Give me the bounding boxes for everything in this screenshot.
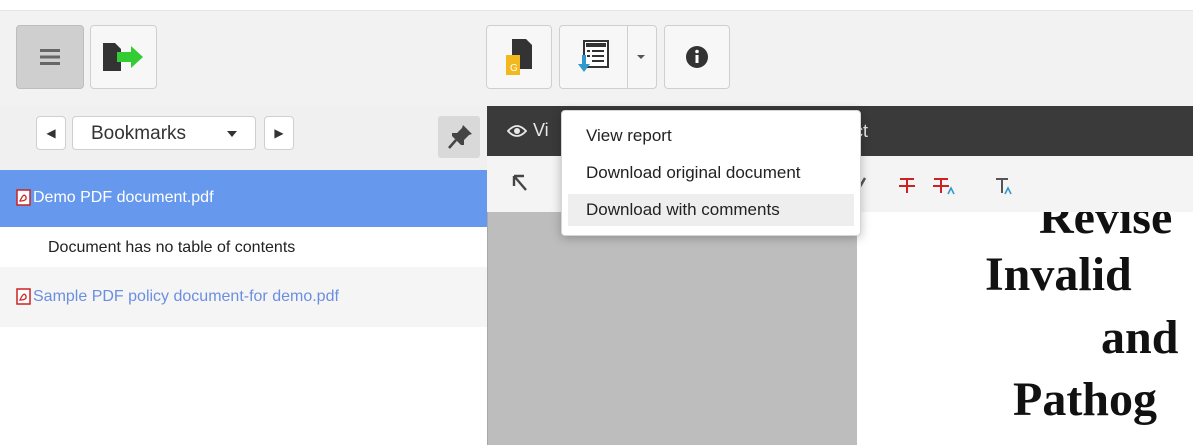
document-page: Revise Invalid and Pathog (857, 212, 1193, 445)
export-button[interactable] (90, 25, 157, 89)
svg-text:G: G (510, 63, 518, 74)
toc-note: Document has no table of contents (0, 227, 487, 267)
pdf-file-icon (16, 288, 31, 305)
document-text-line: Revise (1039, 212, 1173, 244)
list-item-selected[interactable]: Demo PDF document.pdf (0, 170, 487, 227)
sidebar-mode-label: Bookmarks (91, 123, 187, 144)
main-toolbar: G (0, 10, 1193, 107)
split-divider (627, 26, 628, 88)
caret-down-icon[interactable] (636, 53, 646, 61)
viewer-header-text: Vi (533, 120, 549, 140)
chevron-left-icon: ◀ (46, 126, 56, 140)
insert-text-icon[interactable] (993, 176, 1017, 196)
menu-item-view-report[interactable]: View report (568, 120, 854, 152)
page-gutter (487, 212, 858, 445)
document-text-line: Invalid (985, 248, 1132, 301)
sidebar: ◀ Bookmarks ▶ Demo PDF document.pdf Docu… (0, 106, 487, 445)
pin-button[interactable] (438, 116, 480, 158)
menu-item-label: Download original document (586, 163, 801, 182)
info-button[interactable] (664, 25, 730, 89)
pdf-file-icon (16, 189, 31, 206)
chevron-right-icon: ▶ (274, 126, 284, 140)
download-report-icon (578, 40, 609, 72)
menu-item-download-with-comments[interactable]: Download with comments (568, 194, 854, 226)
eye-icon[interactable] (507, 124, 527, 138)
prev-button[interactable]: ◀ (36, 116, 66, 150)
sidebar-mode-select[interactable]: Bookmarks (72, 116, 256, 150)
menu-item-label: Download with comments (586, 200, 780, 219)
list-item-label: Demo PDF document.pdf (33, 189, 214, 206)
download-menu: View report Download original document D… (561, 110, 861, 236)
window-top-edge (0, 0, 1193, 10)
google-doc-button[interactable]: G (486, 25, 552, 89)
strikethrough-icon[interactable] (897, 176, 917, 194)
list-item[interactable]: Sample PDF policy document-for demo.pdf (0, 267, 487, 327)
list-item-label: Sample PDF policy document-for demo.pdf (33, 288, 339, 305)
pin-icon (448, 125, 472, 149)
menu-button[interactable] (16, 25, 84, 89)
replace-text-icon[interactable] (931, 176, 957, 196)
hamburger-icon (40, 49, 60, 65)
download-report-button[interactable] (559, 25, 657, 89)
info-icon (686, 46, 708, 68)
document-text-line: Pathog (1013, 373, 1157, 426)
next-button[interactable]: ▶ (264, 116, 294, 150)
menu-item-download-original[interactable]: Download original document (568, 157, 854, 189)
menu-item-label: View report (586, 126, 672, 145)
toc-note-label: Document has no table of contents (48, 239, 296, 256)
chevron-down-icon (227, 131, 237, 137)
select-cursor-icon[interactable] (512, 174, 530, 194)
google-doc-icon: G (506, 39, 532, 75)
document-text-line: and (1101, 311, 1179, 364)
export-arrow-icon (102, 43, 143, 71)
sidebar-header: ◀ Bookmarks ▶ (0, 106, 487, 170)
